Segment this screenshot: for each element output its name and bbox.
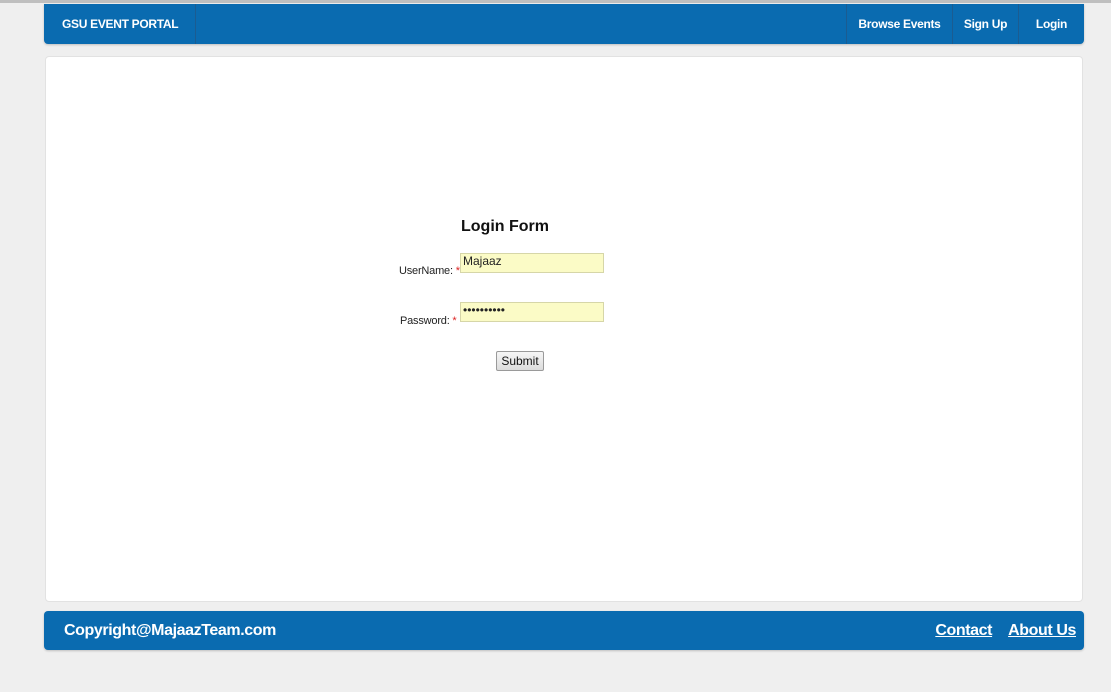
- footer-about-link[interactable]: About Us: [1008, 622, 1076, 640]
- brand-link[interactable]: GSU EVENT PORTAL: [44, 4, 197, 44]
- password-input[interactable]: [460, 302, 604, 322]
- top-navbar: GSU EVENT PORTAL Browse Events Sign Up L…: [44, 4, 1084, 44]
- username-label-text: UserName:: [399, 265, 453, 277]
- nav-browse-events[interactable]: Browse Events: [846, 4, 952, 44]
- submit-button[interactable]: Submit: [496, 351, 544, 371]
- footer-contact-link[interactable]: Contact: [935, 622, 992, 640]
- footer-bar: Copyright@MajaazTeam.com Contact About U…: [44, 611, 1084, 650]
- browser-top-border: [0, 0, 1111, 3]
- username-input[interactable]: [460, 253, 604, 273]
- password-required-marker: *: [452, 315, 457, 327]
- main-content-panel: [45, 56, 1083, 602]
- navbar-spacer: [196, 4, 846, 44]
- password-label: Password: *: [400, 315, 457, 327]
- login-form-title: Login Form: [461, 218, 549, 235]
- nav-sign-up[interactable]: Sign Up: [952, 4, 1018, 44]
- nav-login[interactable]: Login: [1018, 4, 1084, 44]
- password-label-text: Password:: [400, 315, 450, 327]
- copyright-text: Copyright@MajaazTeam.com: [64, 621, 276, 639]
- username-label: UserName: *: [399, 265, 460, 277]
